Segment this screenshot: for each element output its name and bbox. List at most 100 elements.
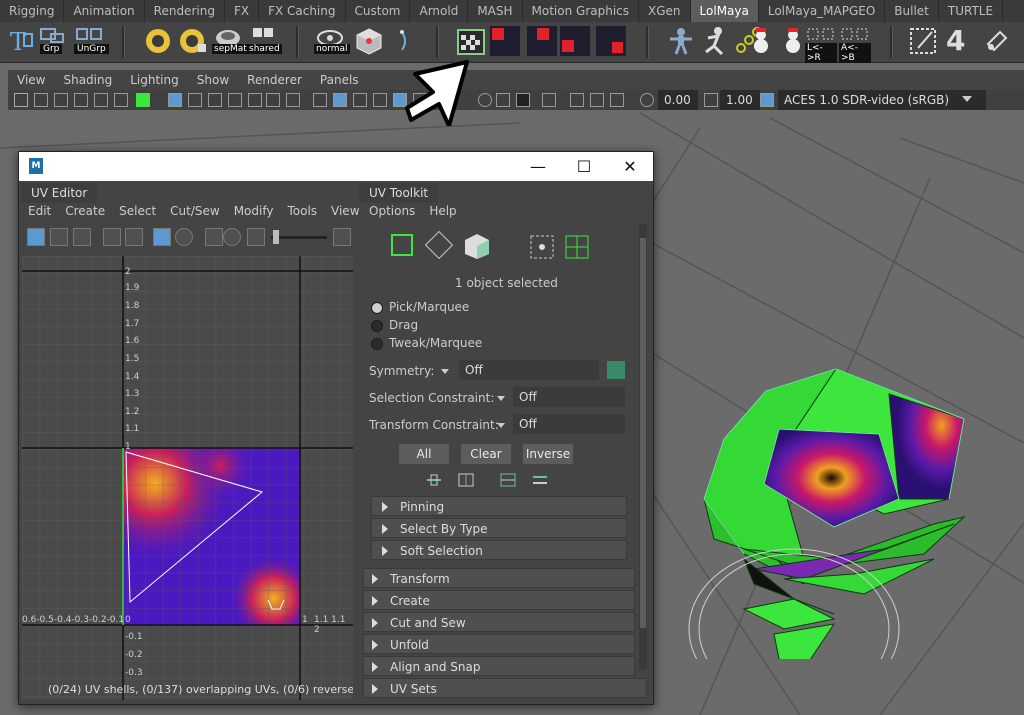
shelf-tab-xgen[interactable]: XGen — [639, 0, 691, 22]
image-plane-icon[interactable] — [74, 93, 88, 107]
sepmat-button[interactable]: sepMat — [212, 26, 249, 56]
uv-editor-menu-create[interactable]: Create — [58, 200, 112, 222]
image-display-icon[interactable] — [247, 228, 265, 246]
link-tool-icon[interactable] — [982, 26, 1012, 56]
bookmark-icon[interactable] — [54, 93, 68, 107]
ungroup-button[interactable]: UnGrp — [73, 26, 109, 56]
xray-icon[interactable] — [373, 93, 387, 107]
viewport-menu-shading[interactable]: Shading — [54, 70, 121, 90]
shelf-number-four[interactable]: 4 — [946, 26, 976, 56]
snapshot-icon[interactable] — [205, 228, 223, 246]
transform-constraint-chevron-icon[interactable] — [497, 423, 505, 428]
snowman-icon[interactable] — [746, 26, 776, 56]
checker-preset-2-icon[interactable] — [527, 26, 557, 56]
uv-toolkit-menu-options[interactable]: Options — [362, 200, 422, 222]
uv-shell-mode-icon[interactable] — [564, 234, 590, 260]
uv-editor-menu-view[interactable]: View — [324, 200, 366, 222]
checker-preset-1-icon[interactable] — [490, 26, 520, 56]
chevron-down-icon[interactable] — [962, 96, 972, 102]
select-all-button[interactable]: All — [399, 444, 449, 464]
brightness-slider[interactable] — [271, 236, 327, 239]
xray-components-icon[interactable] — [590, 93, 604, 107]
uv-frame-selection-icon[interactable] — [125, 228, 143, 246]
slider-handle[interactable] — [273, 230, 279, 244]
rgb-channel-icon[interactable] — [223, 228, 241, 246]
radio-tweak-marquee[interactable] — [371, 338, 383, 350]
edge-mode-icon[interactable] — [424, 230, 454, 260]
radio-drag[interactable] — [371, 320, 383, 332]
vertex-mode-icon[interactable] — [391, 234, 413, 256]
isolate-select-icon[interactable] — [542, 93, 556, 107]
subsection-select-by-type[interactable]: Select By Type — [371, 518, 627, 538]
shelf-tab-motion-graphics[interactable]: Motion Graphics — [523, 0, 640, 22]
group-button[interactable]: Grp — [37, 26, 71, 56]
resolution-gate-icon[interactable] — [188, 93, 202, 107]
2d-pan-zoom-icon[interactable] — [94, 93, 108, 107]
uv-editor-menu-tools[interactable]: Tools — [280, 200, 324, 222]
section-uv-sets[interactable]: UV Sets — [363, 678, 647, 698]
gamma-icon[interactable] — [704, 93, 718, 107]
grid-toggle-icon[interactable] — [136, 93, 150, 107]
mirror-ab-button[interactable]: A<->B — [839, 26, 871, 63]
smooth-shade-icon[interactable] — [333, 93, 347, 107]
subsection-pinning[interactable]: Pinning — [371, 496, 627, 516]
field-chart-icon[interactable] — [228, 93, 242, 107]
scrollbar-thumb[interactable] — [640, 238, 646, 628]
shelf-tab-turtle[interactable]: TURTLE — [939, 0, 1004, 22]
uv-frame-icon[interactable] — [103, 228, 121, 246]
edit-grid-icon[interactable] — [908, 26, 938, 56]
color-space-dropdown[interactable]: ACES 1.0 SDR-video (sRGB) — [778, 90, 986, 110]
selection-constraint-field[interactable]: Off — [513, 387, 625, 407]
shelf-tab-mash[interactable]: MASH — [468, 0, 523, 22]
toolkit-scrollbar[interactable] — [639, 224, 647, 669]
mesh-object[interactable] — [684, 299, 1024, 659]
bracket-tool-icon[interactable] — [392, 26, 422, 56]
clear-button[interactable]: Clear — [461, 444, 511, 464]
material-assign-icon[interactable] — [178, 26, 208, 56]
wireframe-icon[interactable] — [313, 93, 327, 107]
shelf-tab-rigging[interactable]: Rigging — [0, 0, 65, 22]
uv-editor-menu-edit[interactable]: Edit — [21, 200, 58, 222]
section-cut-and-sew[interactable]: Cut and Sew — [363, 612, 635, 632]
viewport-menu-lighting[interactable]: Lighting — [121, 70, 188, 90]
exposure-field[interactable]: 0.00 — [658, 90, 698, 110]
shelf-tab-lolmaya-mapgeo[interactable]: LolMaya_MAPGEO — [759, 0, 886, 22]
shelf-tab-rendering[interactable]: Rendering — [145, 0, 225, 22]
film-gate-icon[interactable] — [168, 93, 182, 107]
camera-attributes-icon[interactable] — [34, 93, 48, 107]
transform-constraint-field[interactable]: Off — [513, 414, 625, 434]
snap-icon[interactable] — [175, 228, 193, 246]
viewport-menu-renderer[interactable]: Renderer — [238, 70, 311, 90]
grease-pencil-icon[interactable] — [114, 93, 128, 107]
material-sphere-icon[interactable] — [143, 26, 173, 56]
exposure-icon[interactable] — [640, 93, 654, 107]
uv-toggle-icon[interactable] — [333, 228, 351, 246]
section-unfold[interactable]: Unfold — [363, 634, 635, 654]
select-camera-icon[interactable] — [14, 93, 28, 107]
uv-editor-menu-modify[interactable]: Modify — [227, 200, 281, 222]
checker-preset-4-icon[interactable] — [596, 26, 626, 56]
shrink-selection-icon[interactable] — [457, 472, 475, 488]
face-mode-icon[interactable] — [463, 232, 491, 260]
text-overlay-icon[interactable] — [286, 93, 300, 107]
symmetry-field[interactable]: Off — [459, 360, 599, 380]
character-icon[interactable] — [666, 26, 696, 56]
safe-title-icon[interactable] — [266, 93, 280, 107]
subsection-soft-selection[interactable]: Soft Selection — [371, 540, 627, 560]
checker-uv-icon[interactable] — [456, 26, 486, 56]
running-figure-icon[interactable] — [700, 26, 730, 56]
motion-blur-icon[interactable] — [516, 93, 530, 107]
xray-joints-icon[interactable] — [570, 93, 584, 107]
view-transform-icon[interactable] — [760, 93, 774, 107]
screen-space-ao-icon[interactable] — [610, 93, 624, 107]
uv-shell-icon[interactable] — [27, 228, 45, 246]
select-loop-icon[interactable] — [531, 472, 549, 488]
ambient-occlusion-icon[interactable] — [496, 93, 510, 107]
snowman-mirror-icon[interactable] — [778, 26, 808, 56]
uv-face-icon[interactable] — [73, 228, 91, 246]
selection-constraint-chevron-icon[interactable] — [497, 396, 505, 401]
window-titlebar[interactable]: M — ☐ ✕ — [19, 152, 653, 181]
uv-edge-icon[interactable] — [50, 228, 68, 246]
symmetry-chevron-icon[interactable] — [441, 369, 449, 374]
uv-canvas[interactable]: 2 1.9 1.8 1.7 1.6 1.5 1.4 1.3 1.2 1.1 1 -0.1 -0.2 -0.… — [22, 256, 353, 700]
